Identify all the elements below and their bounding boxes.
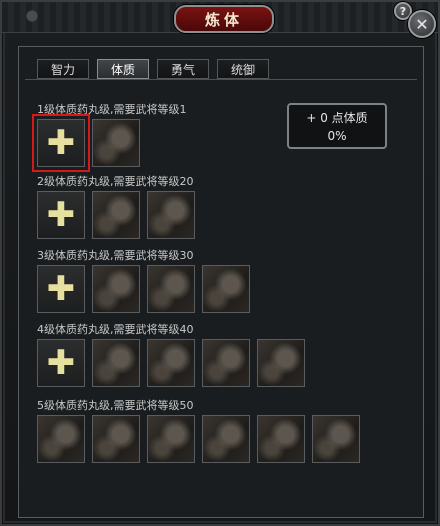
locked-pill-slot[interactable] <box>147 265 195 313</box>
plus-icon: ✚ <box>46 269 76 309</box>
add-pill-slot[interactable]: ✚ <box>37 191 85 239</box>
plus-icon: ✚ <box>46 123 76 163</box>
tier-label-3: 3级体质药丸级,需要武将等级30 <box>37 249 194 262</box>
tab-intelligence[interactable]: 智力 <box>37 59 89 79</box>
tier-slot-row-5 <box>37 415 360 463</box>
tab-divider <box>25 79 417 80</box>
locked-pill-slot[interactable] <box>147 339 195 387</box>
points-value: + 0 点体质 <box>306 111 368 125</box>
locked-pill-slot[interactable] <box>37 415 85 463</box>
locked-pill-slot[interactable] <box>92 415 140 463</box>
points-percent: 0% <box>327 129 347 143</box>
add-pill-slot[interactable]: ✚ <box>37 339 85 387</box>
locked-pill-slot[interactable] <box>312 415 360 463</box>
tab-constitution[interactable]: 体质 <box>97 59 149 79</box>
tier-slot-row-1: ✚ <box>32 114 140 172</box>
plus-icon: ✚ <box>46 195 76 235</box>
tab-command[interactable]: 统御 <box>217 59 269 79</box>
tier-label-5: 5级体质药丸级,需要武将等级50 <box>37 399 194 412</box>
locked-pill-slot[interactable] <box>147 415 195 463</box>
locked-pill-slot[interactable] <box>92 265 140 313</box>
plus-icon: ✚ <box>46 343 76 383</box>
locked-pill-slot[interactable] <box>92 119 140 167</box>
tier-slot-row-3: ✚ <box>37 265 250 313</box>
tier-slot-row-4: ✚ <box>37 339 305 387</box>
refine-body-window: 炼体 ? ✕ 智力 体质 勇气 统御 + 0 点体质 0% 1级体质药丸级,需要… <box>0 0 440 526</box>
tier-label-1: 1级体质药丸级,需要武将等级1 <box>37 103 187 116</box>
locked-pill-slot[interactable] <box>257 339 305 387</box>
attribute-tabs: 智力 体质 勇气 统御 <box>37 59 269 79</box>
locked-pill-slot[interactable] <box>147 191 195 239</box>
points-summary: + 0 点体质 0% <box>287 103 387 149</box>
tier-label-4: 4级体质药丸级,需要武将等级40 <box>37 323 194 336</box>
add-pill-slot[interactable]: ✚ <box>37 265 85 313</box>
locked-pill-slot[interactable] <box>202 265 250 313</box>
locked-pill-slot[interactable] <box>257 415 305 463</box>
window-title: 炼体 <box>174 5 274 33</box>
tier-slot-row-2: ✚ <box>37 191 195 239</box>
content-panel: 智力 体质 勇气 统御 + 0 点体质 0% 1级体质药丸级,需要武将等级1 ✚ 2… <box>18 46 424 518</box>
tier-label-2: 2级体质药丸级,需要武将等级20 <box>37 175 194 188</box>
add-pill-slot[interactable]: ✚ <box>32 114 90 172</box>
locked-pill-slot[interactable] <box>202 339 250 387</box>
locked-pill-slot[interactable] <box>202 415 250 463</box>
close-button[interactable]: ✕ <box>408 10 436 38</box>
tab-courage[interactable]: 勇气 <box>157 59 209 79</box>
locked-pill-slot[interactable] <box>92 339 140 387</box>
locked-pill-slot[interactable] <box>92 191 140 239</box>
